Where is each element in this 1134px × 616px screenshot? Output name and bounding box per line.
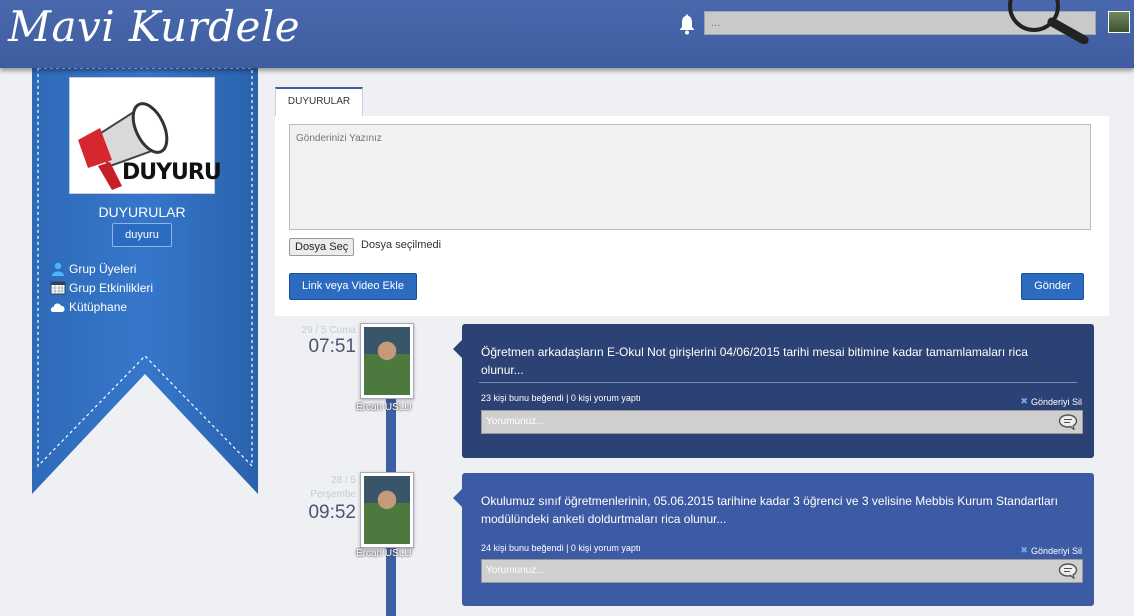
notification-bell-icon[interactable] <box>678 13 696 35</box>
cloud-icon <box>50 302 65 312</box>
menu-item-library[interactable]: Kütüphane <box>50 297 153 316</box>
post-stats[interactable]: 24 kişi bunu beğendi | 0 kişi yorum yapt… <box>481 543 641 553</box>
menu-item-group-members[interactable]: Grup Üyeleri <box>50 259 153 278</box>
search-icon[interactable] <box>1004 0 1090 44</box>
menu-item-group-events[interactable]: Grup Etkinlikleri <box>50 278 153 297</box>
top-bar: Mavi Kurdele <box>0 0 1134 68</box>
post-card: Okulumuz sınıf öğretmenlerinin, 05.06.20… <box>453 473 1094 606</box>
calendar-icon <box>50 281 66 294</box>
post-card: Öğretmen arkadaşların E-Okul Not girişle… <box>453 324 1094 458</box>
group-menu: Grup Üyeleri Grup Etkinlikleri Kütüphane <box>50 259 153 316</box>
group-poster-image: DUYURU <box>69 77 222 194</box>
group-title: DUYURULAR <box>98 204 186 220</box>
post-date: 28 / 5 Perşembe 09:52 <box>290 474 356 524</box>
menu-item-label: Kütüphane <box>69 299 128 314</box>
post-stats[interactable]: 23 kişi bunu beğendi | 0 kişi yorum yapt… <box>481 393 641 403</box>
menu-item-label: Grup Üyeleri <box>69 261 137 276</box>
post-time: 09:52 <box>308 502 356 523</box>
comment-placeholder: Yorumunuz... <box>486 565 545 576</box>
author-avatar[interactable] <box>360 472 414 548</box>
site-logo[interactable]: Mavi Kurdele <box>8 2 300 51</box>
user-avatar[interactable] <box>1108 11 1130 33</box>
delete-post-label: Gönderiyi Sil <box>1030 396 1082 407</box>
author-name[interactable]: Ercan USLU <box>356 402 412 413</box>
delete-icon: ✖ <box>1020 396 1028 406</box>
post-date-label: 28 / 5 Perşembe <box>310 475 356 500</box>
comment-bubble-icon[interactable] <box>1058 414 1078 430</box>
comment-placeholder: Yorumunuz... <box>486 416 545 427</box>
add-link-video-button[interactable]: Link veya Video Ekle <box>289 273 417 300</box>
post-message: Öğretmen arkadaşların E-Okul Not girişle… <box>481 345 1028 377</box>
post-composer: Dosya Seç Dosya seçilmedi Link veya Vide… <box>275 116 1109 316</box>
comment-input[interactable]: Yorumunuz... <box>481 410 1083 434</box>
author-avatar[interactable] <box>360 323 414 399</box>
post-time: 07:51 <box>308 336 356 357</box>
divider <box>479 382 1077 383</box>
post-textarea[interactable] <box>289 124 1091 230</box>
post-date: 29 / 5 Cuma 07:51 <box>290 325 356 358</box>
delete-icon: ✖ <box>1020 545 1028 555</box>
delete-post-label: Gönderiyi Sil <box>1030 545 1082 556</box>
author-photo <box>364 476 410 544</box>
poster-label: DUYURU <box>122 160 222 185</box>
comment-input[interactable]: Yorumunuz... <box>481 559 1083 583</box>
file-status-text: Dosya seçilmedi <box>361 239 442 251</box>
group-tag-button[interactable]: duyuru <box>112 223 172 247</box>
user-icon <box>52 262 64 276</box>
send-button[interactable]: Gönder <box>1021 273 1084 300</box>
comment-bubble-icon[interactable] <box>1058 563 1078 579</box>
tab-announcements[interactable]: DUYURULAR <box>275 87 363 117</box>
post-date-label: 29 / 5 Cuma <box>301 325 356 336</box>
delete-post-button[interactable]: ✖ Gönderiyi Sil <box>1020 396 1082 407</box>
delete-post-button[interactable]: ✖ Gönderiyi Sil <box>1020 545 1082 556</box>
post-message: Okulumuz sınıf öğretmenlerinin, 05.06.20… <box>481 494 1058 526</box>
author-photo <box>364 327 410 395</box>
author-name[interactable]: Ercan USLU <box>356 548 412 559</box>
choose-file-button[interactable]: Dosya Seç <box>289 238 355 256</box>
menu-item-label: Grup Etkinlikleri <box>69 280 154 295</box>
